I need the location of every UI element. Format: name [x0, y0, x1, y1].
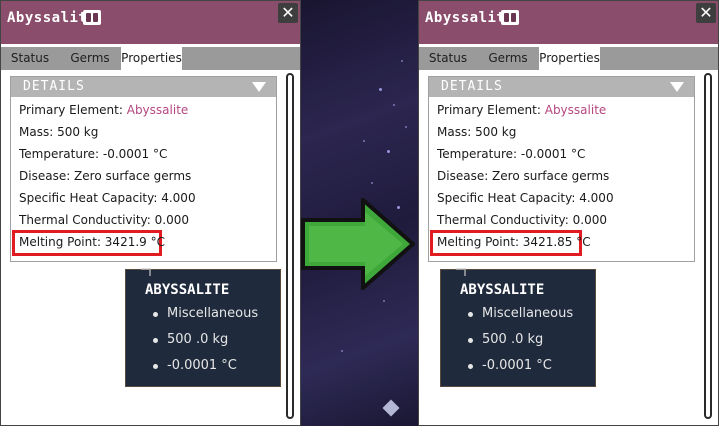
melting-point-row: Melting Point: 3421.85 °C [437, 235, 591, 249]
details-section: DETAILS Primary Element: Abyssalite Mass… [428, 76, 695, 262]
tab-properties[interactable]: Properties [121, 47, 182, 70]
disease-row: Disease: Zero surface germs [437, 169, 610, 183]
tab-bar: Status Germs Properties [419, 47, 718, 70]
tab-properties[interactable]: Properties [539, 47, 600, 70]
temperature-row: Temperature: -0.0001 °C [437, 147, 586, 161]
details-section: DETAILS Primary Element: Abyssalite Mass… [10, 76, 277, 262]
tab-status[interactable]: Status [419, 47, 477, 70]
star-speck [341, 350, 343, 352]
tooltip-temperature: -0.0001 °C [167, 358, 237, 373]
mass-row: Mass: 500 kg [19, 125, 99, 139]
scrollbar[interactable] [704, 73, 712, 419]
bullet-icon [468, 312, 473, 317]
bullet-icon [468, 364, 473, 369]
star-speck [401, 60, 403, 62]
details-header[interactable]: DETAILS [11, 77, 276, 97]
bullet-icon [153, 312, 158, 317]
heat-capacity-row: Specific Heat Capacity: 4.000 [19, 191, 196, 205]
details-panel-right: Abyssalite ✕ Status Germs Properties DET… [418, 0, 719, 426]
book-icon[interactable] [83, 10, 101, 25]
tooltip-mass: 500 .0 kg [167, 332, 229, 347]
bullet-icon [153, 364, 158, 369]
scrollbar[interactable] [286, 73, 294, 419]
tooltip-title: ABYSSALITE [145, 282, 230, 298]
primary-element-label: Primary Element: [19, 103, 127, 117]
conductivity-row: Thermal Conductivity: 0.000 [437, 213, 607, 227]
star-speck [383, 300, 385, 302]
book-icon[interactable] [501, 10, 519, 25]
conductivity-row: Thermal Conductivity: 0.000 [19, 213, 189, 227]
details-title: DETAILS [441, 79, 503, 94]
star-speck [379, 88, 382, 91]
tab-germs[interactable]: Germs [477, 47, 539, 70]
mass-row: Mass: 500 kg [437, 125, 517, 139]
tab-germs[interactable]: Germs [59, 47, 121, 70]
primary-element-label: Primary Element: [437, 103, 545, 117]
heat-capacity-row: Specific Heat Capacity: 4.000 [437, 191, 614, 205]
primary-element-link[interactable]: Abyssalite [545, 103, 607, 117]
disease-row: Disease: Zero surface germs [19, 169, 192, 183]
arrow-right-icon [301, 198, 415, 290]
bullet-icon [468, 338, 473, 343]
title-bar: Abyssalite ✕ [419, 1, 718, 44]
star-speck [405, 126, 407, 128]
bullet-icon [153, 338, 158, 343]
primary-element-row: Primary Element: Abyssalite [19, 103, 188, 117]
tooltip-corner [141, 268, 151, 276]
star-speck [363, 140, 365, 142]
tab-status[interactable]: Status [1, 47, 59, 70]
element-tooltip: ABYSSALITE Miscellaneous 500 .0 kg -0.00… [125, 268, 281, 387]
tooltip-title: ABYSSALITE [460, 282, 545, 298]
element-tooltip: ABYSSALITE Miscellaneous 500 .0 kg -0.00… [440, 268, 596, 387]
close-button[interactable]: ✕ [278, 3, 298, 23]
title-bar: Abyssalite ✕ [1, 1, 300, 44]
tooltip-category: Miscellaneous [482, 306, 574, 321]
tooltip-mass: 500 .0 kg [482, 332, 544, 347]
primary-element-row: Primary Element: Abyssalite [437, 103, 606, 117]
details-panel-left: Abyssalite ✕ Status Germs Properties DET… [0, 0, 301, 426]
chevron-down-icon[interactable] [252, 82, 266, 92]
star-speck [387, 150, 390, 153]
tab-bar: Status Germs Properties [1, 47, 300, 70]
tooltip-category: Miscellaneous [167, 306, 259, 321]
crystal-icon [382, 399, 400, 417]
close-button[interactable]: ✕ [696, 3, 716, 23]
details-header[interactable]: DETAILS [429, 77, 694, 97]
star-speck [371, 182, 373, 184]
temperature-row: Temperature: -0.0001 °C [19, 147, 168, 161]
star-speck [393, 104, 395, 106]
melting-point-row: Melting Point: 3421.9 °C [19, 235, 165, 249]
tooltip-corner [456, 268, 466, 276]
primary-element-link[interactable]: Abyssalite [127, 103, 189, 117]
details-title: DETAILS [23, 79, 85, 94]
tooltip-temperature: -0.0001 °C [482, 358, 552, 373]
chevron-down-icon[interactable] [670, 82, 684, 92]
